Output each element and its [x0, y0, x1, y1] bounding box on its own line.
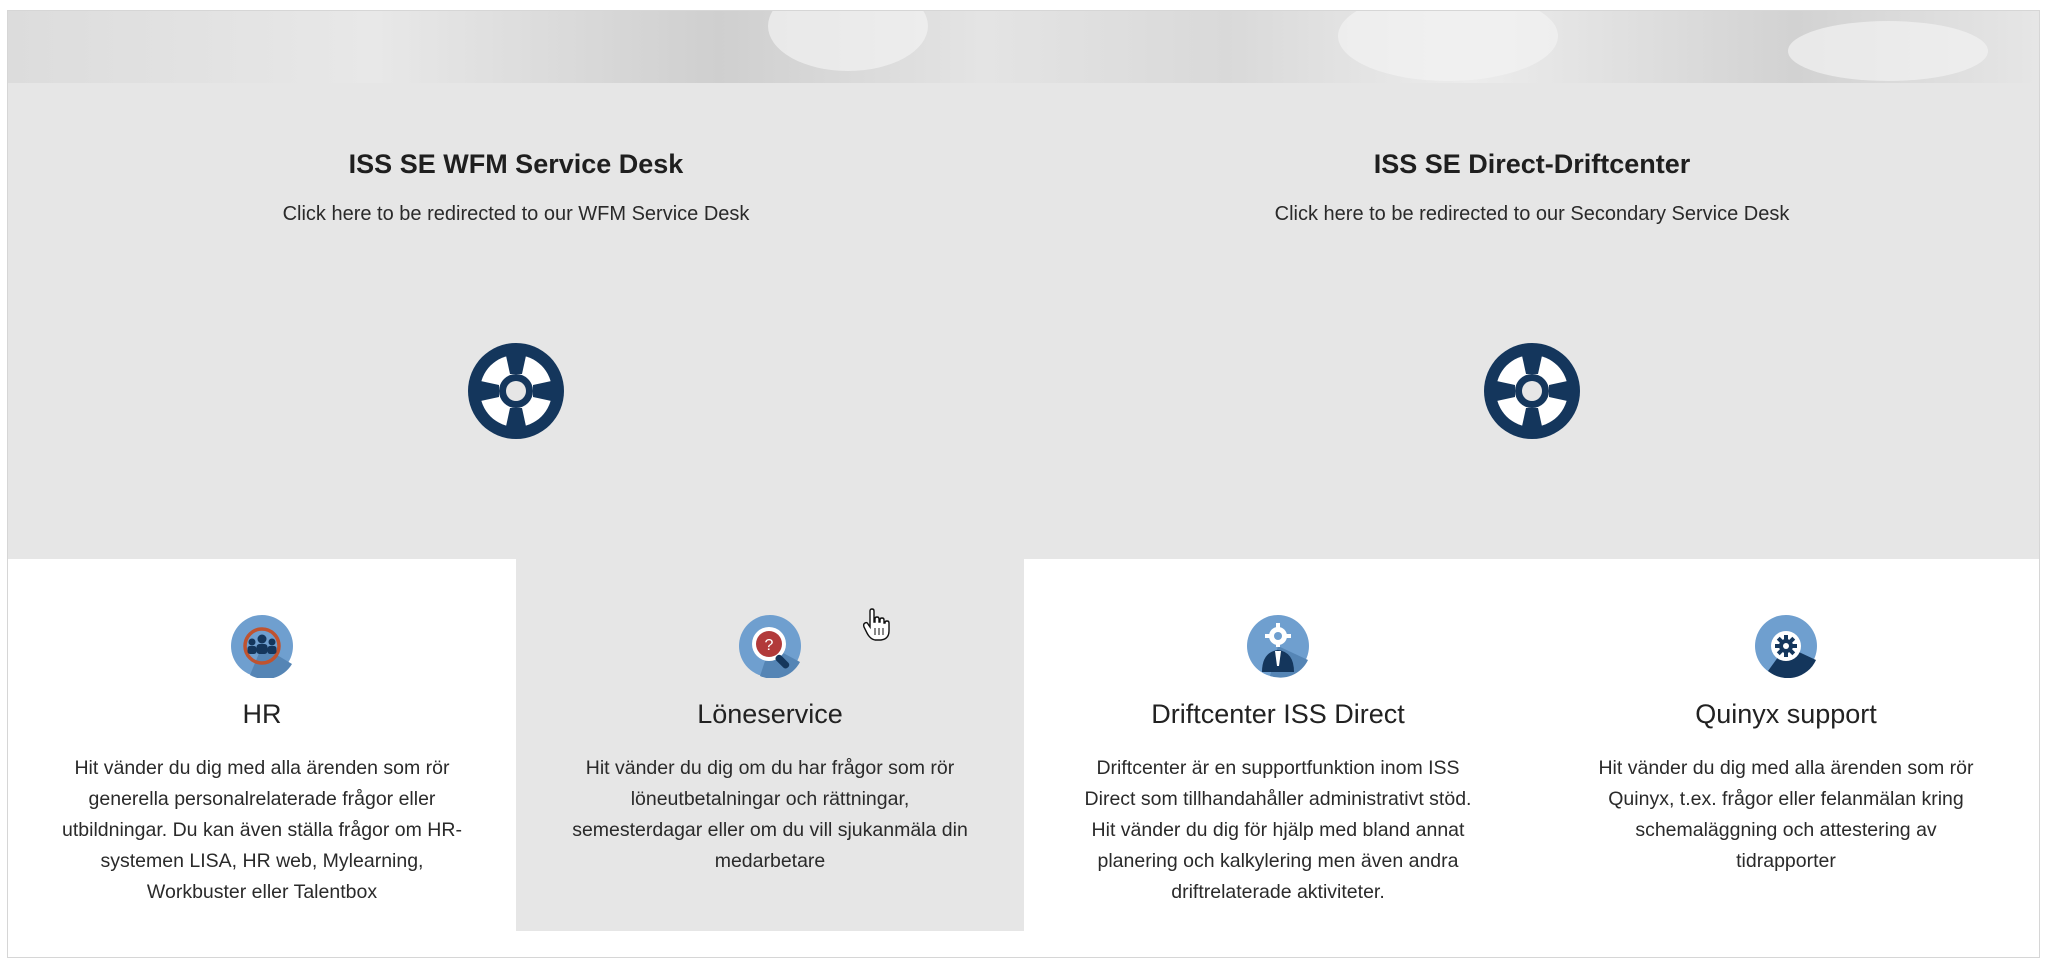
- hand-pointer-cursor-icon: [862, 608, 890, 641]
- gear-icon[interactable]: [1754, 614, 1818, 678]
- page-frame: ISS SE WFM Service Desk Click here to be…: [7, 10, 2040, 958]
- loneservice-card[interactable]: ? Löneservice Hit vänder du dig om du ha…: [516, 559, 1024, 931]
- hr-card[interactable]: HR Hit vänder du dig med alla ärenden so…: [8, 559, 516, 931]
- wfm-service-desk-title[interactable]: ISS SE WFM Service Desk: [8, 149, 1024, 180]
- hr-card-description: Hit vänder du dig med alla ärenden som r…: [62, 757, 462, 903]
- svg-text:?: ?: [765, 637, 774, 654]
- driftcenter-card[interactable]: Driftcenter ISS Direct Driftcenter är en…: [1024, 559, 1532, 931]
- quinyx-card-title: Quinyx support: [1695, 699, 1877, 729]
- loneservice-card-description: Hit vänder du dig om du har frågor som r…: [572, 757, 968, 872]
- driftcenter-service-desk-card[interactable]: ISS SE Direct-Driftcenter Click here to …: [1024, 83, 2039, 559]
- wfm-service-desk-card[interactable]: ISS SE WFM Service Desk Click here to be…: [8, 83, 1024, 559]
- wfm-service-desk-subtitle[interactable]: Click here to be redirected to our WFM S…: [8, 203, 1024, 226]
- support-agent-icon[interactable]: [1246, 614, 1310, 678]
- quinyx-card-description: Hit vänder du dig med alla ärenden som r…: [1598, 757, 1974, 872]
- lifebuoy-icon[interactable]: [1482, 341, 1582, 441]
- lifebuoy-icon[interactable]: [466, 341, 566, 441]
- loneservice-card-title: Löneservice: [697, 699, 843, 729]
- hr-card-title: HR: [242, 699, 282, 729]
- driftcenter-service-desk-title[interactable]: ISS SE Direct-Driftcenter: [1024, 149, 2039, 180]
- request-type-section: HR Hit vänder du dig med alla ärenden so…: [8, 559, 2039, 957]
- hero-banner-image: [8, 11, 2039, 83]
- question-search-icon[interactable]: ?: [738, 614, 802, 678]
- driftcenter-card-description: Driftcenter är en supportfunktion inom I…: [1084, 757, 1472, 903]
- driftcenter-service-desk-subtitle[interactable]: Click here to be redirected to our Secon…: [1024, 203, 2039, 226]
- hr-people-icon[interactable]: [230, 614, 294, 678]
- service-desk-panel: ISS SE WFM Service Desk Click here to be…: [8, 83, 2039, 559]
- quinyx-card[interactable]: Quinyx support Hit vänder du dig med all…: [1532, 559, 2039, 931]
- driftcenter-card-title: Driftcenter ISS Direct: [1151, 699, 1405, 729]
